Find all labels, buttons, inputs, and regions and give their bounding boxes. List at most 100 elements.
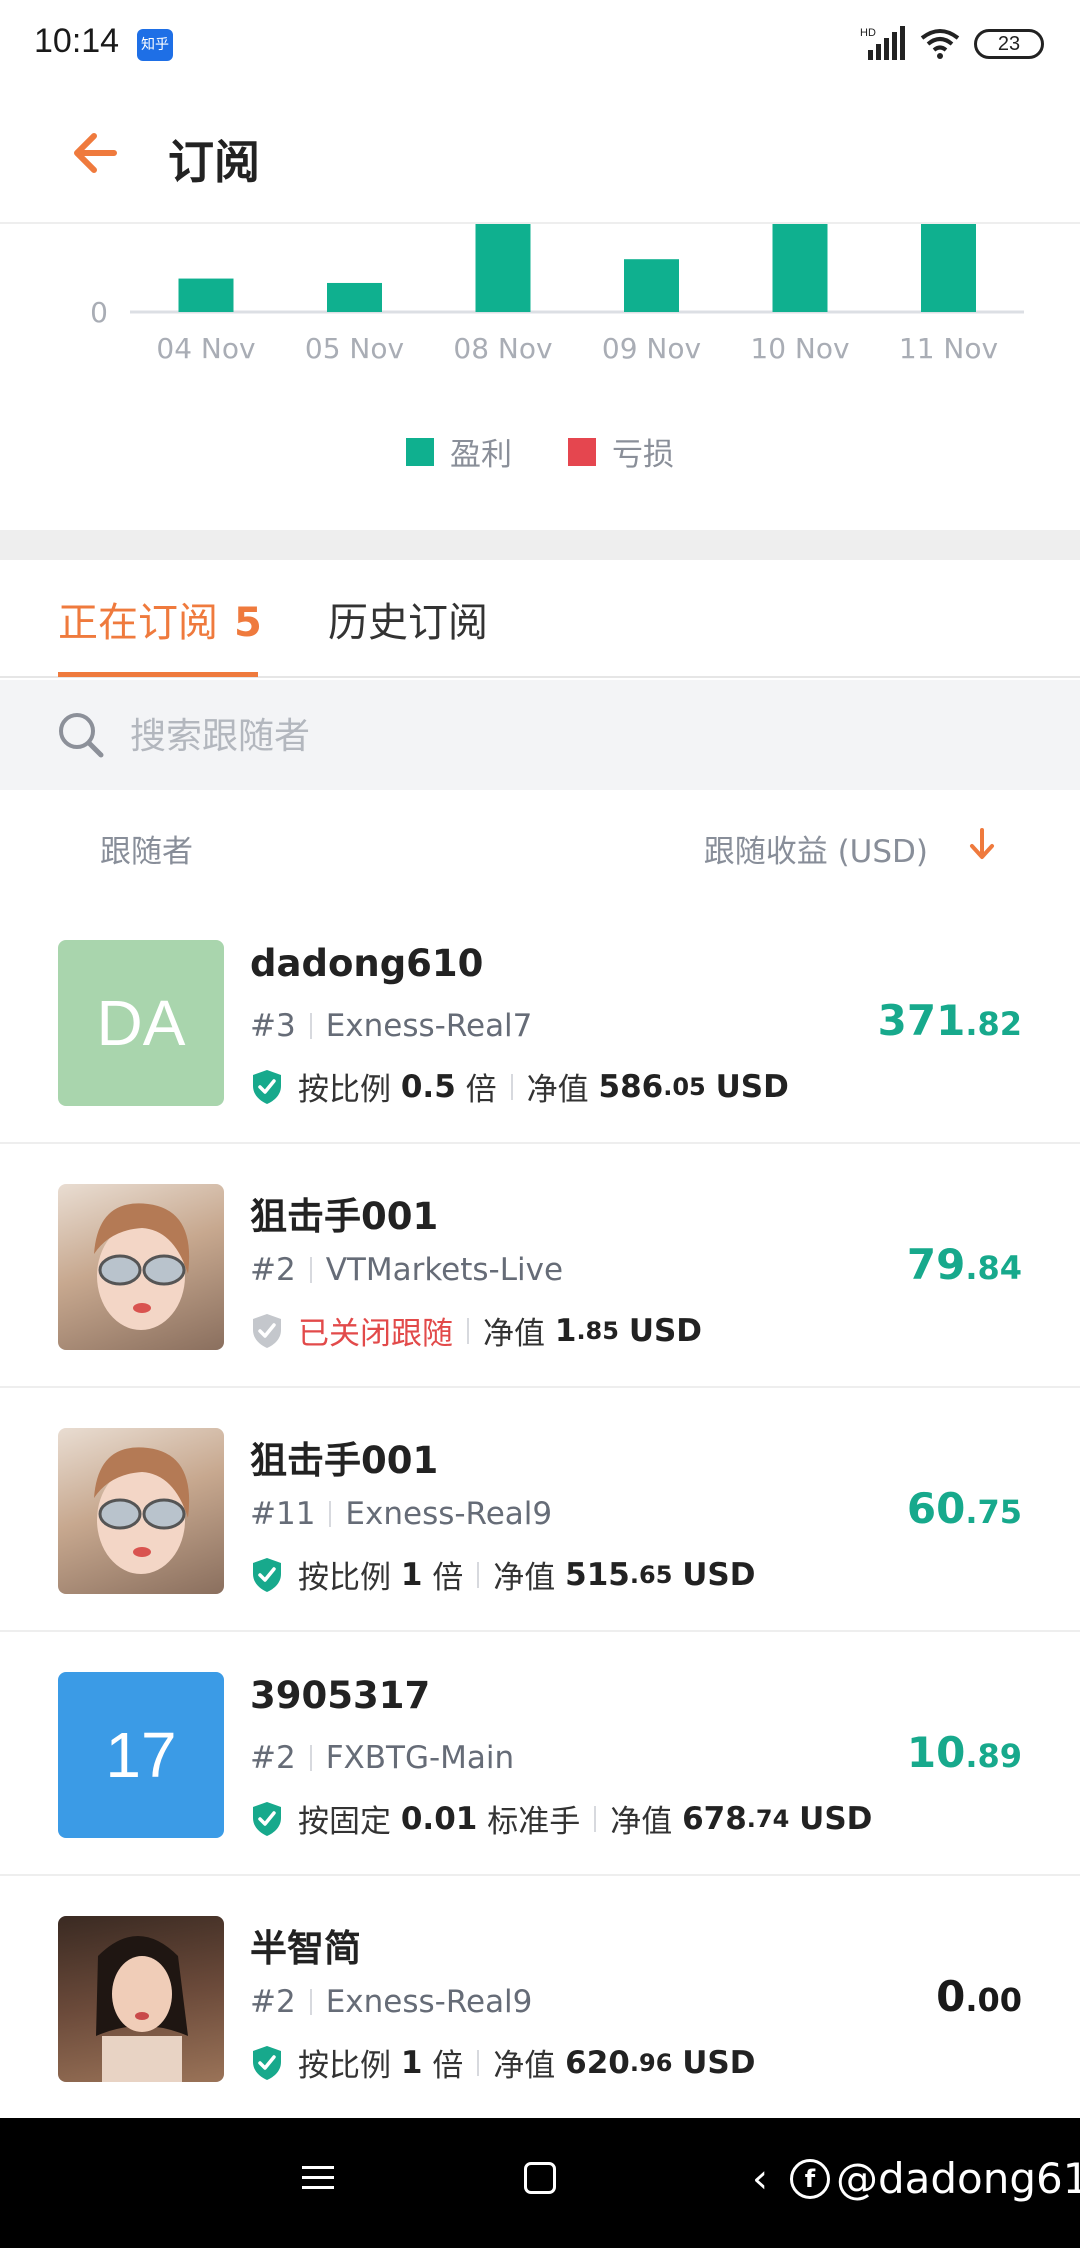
copy-detail: 按固定 0.01 标准手 净值 678.74 USD xyxy=(250,1796,872,1841)
account-meta: #2 VTMarkets-Live xyxy=(250,1252,563,1288)
equity-unit: USD xyxy=(799,1800,873,1837)
profit-dec: .84 xyxy=(965,1249,1022,1287)
list-item[interactable]: DA dadong610 #3 Exness-Real7 按比例 0.5 倍净值 … xyxy=(0,900,1080,1144)
equity-int: 1 xyxy=(554,1312,577,1349)
list-item[interactable]: 17 3905317 #2 FXBTG-Main 按固定 0.01 标准手 净值 6… xyxy=(0,1632,1080,1876)
mode-label: 按固定 xyxy=(298,1804,391,1840)
profit-int: 371 xyxy=(877,996,966,1045)
divider xyxy=(510,1073,513,1100)
x-tick-label: 10 Nov xyxy=(750,332,849,365)
shield-check-disabled-icon xyxy=(253,1313,281,1348)
avatar: DA xyxy=(58,940,224,1106)
status-time: 10:14 xyxy=(34,22,120,60)
list-header: 跟随者 跟随收益 (USD) xyxy=(0,790,1080,900)
bar-04-nov xyxy=(178,278,234,312)
equity-dec: .65 xyxy=(629,1560,673,1589)
menu-icon[interactable] xyxy=(300,2160,336,2196)
legend-item-profit[interactable]: 盈利 xyxy=(406,429,512,474)
x-tick-label: 08 Nov xyxy=(453,332,552,365)
divider xyxy=(309,1013,312,1039)
battery-icon: 23 xyxy=(974,29,1044,59)
zhihu-app-icon: 知乎 xyxy=(137,29,173,61)
account-meta: #2 Exness-Real9 xyxy=(250,1984,532,2020)
profit-int: 0 xyxy=(936,1972,966,2021)
equity-int: 586 xyxy=(598,1068,664,1105)
app-header: 订阅 xyxy=(0,88,1080,224)
bar-11-nov xyxy=(921,224,976,312)
mode-unit: 倍 xyxy=(432,2048,464,2084)
equity-unit: USD xyxy=(628,1312,703,1349)
equity-int: 678 xyxy=(682,1800,747,1837)
column-profit[interactable]: 跟随收益 (USD) xyxy=(704,826,928,871)
back-chevron-icon[interactable]: ‹ xyxy=(752,2156,768,2202)
profit-dec: .00 xyxy=(965,1981,1022,2019)
equity-label: 净值 xyxy=(483,1316,545,1352)
mode-label: 按比例 xyxy=(298,1072,391,1108)
tab-history-subscriptions[interactable]: 历史订阅 xyxy=(328,590,488,648)
equity-unit: USD xyxy=(682,1556,756,1593)
chart-legend: 盈利 亏损 xyxy=(0,429,1080,474)
shield-check-icon xyxy=(253,2045,281,2080)
signal-icon: HD xyxy=(860,26,905,60)
legend-label-profit: 盈利 xyxy=(450,437,512,473)
equity-dec: .74 xyxy=(746,1804,790,1833)
shield-check-icon xyxy=(253,1557,281,1592)
sort-down-icon[interactable] xyxy=(964,824,1000,864)
home-button[interactable] xyxy=(524,2162,556,2194)
legend-item-loss[interactable]: 亏损 xyxy=(568,429,674,474)
mode-value: 0.5 xyxy=(400,1068,456,1105)
profit-dec: .82 xyxy=(965,1005,1022,1043)
search-input[interactable] xyxy=(130,708,1030,764)
equity-unit: USD xyxy=(682,2044,756,2081)
divider xyxy=(477,2049,480,2076)
divider xyxy=(309,1989,312,2015)
avatar-photo xyxy=(94,1203,190,1330)
equity-label: 净值 xyxy=(610,1804,673,1840)
divider xyxy=(309,1745,312,1771)
status-bar: 10:14 知乎 HD 23 xyxy=(0,0,1080,88)
divider xyxy=(594,1805,597,1832)
equity-label: 净值 xyxy=(526,1072,589,1108)
follower-name: 3905317 xyxy=(250,1674,431,1717)
equity-int: 620 xyxy=(565,2044,630,2081)
profit-int: 60 xyxy=(906,1484,966,1533)
copy-detail: 按比例 0.5 倍净值 586.05 USD xyxy=(250,1064,789,1109)
shield-check-icon xyxy=(253,1801,281,1836)
account-meta: #11 Exness-Real9 xyxy=(250,1496,552,1532)
list-item[interactable]: 狙击手001 #11 Exness-Real9 按比例 1 倍净值 515.65 … xyxy=(0,1388,1080,1632)
status-icons: HD 23 xyxy=(860,22,1044,66)
divider xyxy=(477,1561,480,1588)
bar-05-nov xyxy=(327,282,382,312)
section-divider xyxy=(0,530,1080,560)
account-meta: #3 Exness-Real7 xyxy=(250,1008,532,1044)
bar-09-nov xyxy=(624,259,679,312)
account-name: Exness-Real7 xyxy=(325,1008,533,1044)
back-arrow-icon[interactable] xyxy=(66,118,136,188)
copy-detail: 已关闭跟随 净值 1.85 USD xyxy=(250,1308,702,1353)
rank: #11 xyxy=(250,1496,316,1532)
list-item[interactable]: 半智简 #2 Exness-Real9 按比例 1 倍净值 620.96 USD … xyxy=(0,1876,1080,2120)
search-bar xyxy=(0,680,1080,790)
watermark: f @dadong610 xyxy=(790,2154,1080,2203)
profit-dec: .75 xyxy=(965,1493,1022,1531)
list-item[interactable]: 狙击手001 #2 VTMarkets-Live 已关闭跟随 净值 1.85 USD… xyxy=(0,1144,1080,1388)
avatar xyxy=(58,1184,224,1350)
follower-name: 狙击手001 xyxy=(250,1195,439,1238)
profit-int: 79 xyxy=(906,1240,966,1289)
search-icon xyxy=(59,713,104,758)
rank: #3 xyxy=(250,1008,296,1044)
profit-dec: .89 xyxy=(965,1737,1022,1775)
tab-current-count: 5 xyxy=(234,600,262,646)
account-name: Exness-Real9 xyxy=(325,1984,533,2020)
avatar-photo xyxy=(94,1447,190,1574)
copy-detail: 按比例 1 倍净值 620.96 USD xyxy=(250,2040,755,2085)
tab-current-subscriptions[interactable]: 正在订阅 5 xyxy=(58,590,262,648)
equity-dec: .96 xyxy=(629,2048,673,2077)
subscription-tabs: 正在订阅 5 历史订阅 xyxy=(0,560,1080,678)
equity-int: 515 xyxy=(565,1556,630,1593)
profit-chart: 0 04 Nov 05 Nov 08 Nov 09 Nov 10 Nov 11 Nov 盈利… xyxy=(0,224,1080,530)
mode-value: 0.01 xyxy=(400,1800,478,1837)
avatar-photo xyxy=(96,1936,188,2082)
account-name: FXBTG-Main xyxy=(325,1740,515,1776)
mode-unit: 标准手 xyxy=(487,1804,581,1840)
